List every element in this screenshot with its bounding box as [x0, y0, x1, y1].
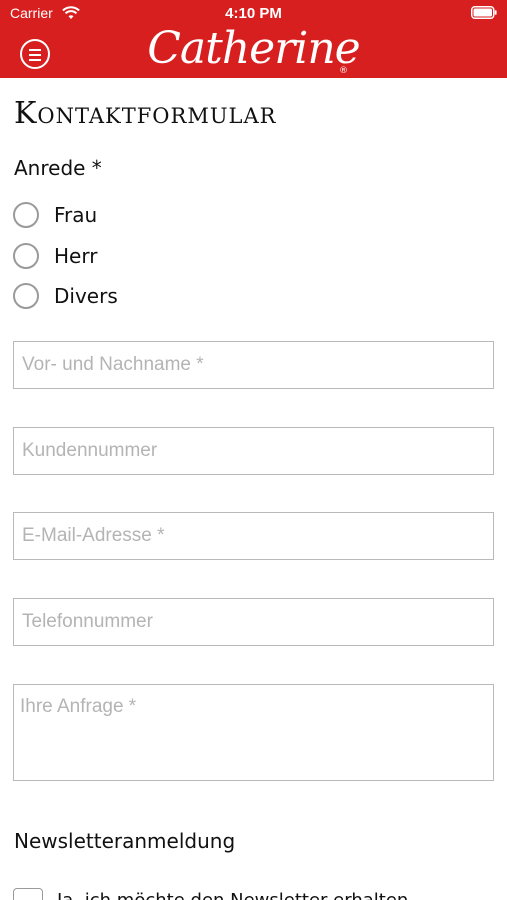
phone-field[interactable]: Telefonnummer — [13, 598, 494, 646]
radio-label: Divers — [54, 284, 118, 308]
inquiry-placeholder: Ihre Anfrage * — [20, 696, 137, 717]
brand-logo[interactable]: Catherine — [0, 23, 507, 75]
radio-button[interactable] — [13, 243, 39, 269]
customer-number-placeholder: Kundennummer — [22, 440, 158, 461]
phone-placeholder: Telefonnummer — [22, 611, 153, 632]
radio-option-frau[interactable]: Frau — [13, 200, 97, 230]
radio-label: Frau — [54, 203, 98, 227]
page-title: Kontaktformular — [14, 96, 277, 131]
radio-label: Herr — [54, 244, 98, 268]
radio-option-herr[interactable]: Herr — [13, 241, 97, 271]
app-header: Carrier 4:10 PM Catherine ® — [0, 0, 507, 78]
contact-form-screen: Carrier 4:10 PM Catherine ® Kontaktformu… — [0, 0, 507, 900]
customer-number-field[interactable]: Kundennummer — [13, 427, 494, 475]
name-placeholder: Vor- und Nachname * — [22, 354, 204, 375]
email-field[interactable]: E-Mail-Adresse * — [13, 512, 494, 560]
newsletter-option[interactable]: Ja, ich möchte den Newsletter erhalten — [13, 888, 494, 900]
status-time: 4:10 PM — [225, 5, 282, 22]
newsletter-checkbox-label: Ja, ich möchte den Newsletter erhalten — [57, 890, 408, 900]
newsletter-checkbox[interactable] — [13, 888, 43, 900]
battery-icon — [471, 6, 497, 19]
salutation-label: Anrede * — [14, 156, 102, 180]
registered-mark: ® — [339, 66, 348, 76]
radio-option-divers[interactable]: Divers — [13, 281, 118, 311]
inquiry-textarea[interactable]: Ihre Anfrage * — [13, 684, 494, 781]
radio-button[interactable] — [13, 202, 39, 228]
name-field[interactable]: Vor- und Nachname * — [13, 341, 494, 389]
newsletter-heading: Newsletteranmeldung — [14, 829, 236, 853]
radio-button[interactable] — [13, 283, 39, 309]
email-placeholder: E-Mail-Adresse * — [22, 525, 165, 546]
